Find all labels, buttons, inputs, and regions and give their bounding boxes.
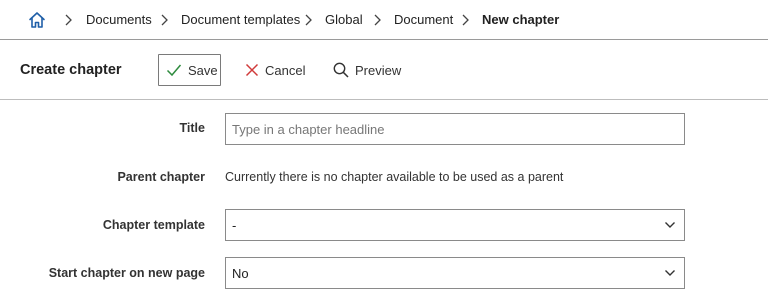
breadcrumb-item-document[interactable]: Document	[394, 12, 453, 28]
close-icon	[245, 63, 259, 77]
cancel-button-label: Cancel	[265, 62, 306, 78]
breadcrumb-item-documents[interactable]: Documents	[86, 12, 152, 28]
chapter-template-select[interactable]: -	[225, 209, 685, 241]
title-field-wrapper	[225, 113, 685, 145]
start-new-page-label: Start chapter on new page	[48, 266, 205, 280]
preview-button[interactable]: Preview	[333, 54, 401, 86]
chevron-right-icon	[460, 13, 470, 27]
chevron-right-icon	[303, 13, 313, 27]
chapter-template-label: Chapter template	[102, 218, 205, 232]
start-new-page-select[interactable]: No	[225, 257, 685, 289]
chevron-right-icon	[372, 13, 382, 27]
breadcrumb-item-global[interactable]: Global	[325, 12, 363, 28]
chevron-down-icon	[665, 222, 675, 228]
breadcrumb: Documents Document templates Global Docu…	[0, 0, 768, 40]
home-icon[interactable]	[28, 11, 46, 29]
title-input[interactable]	[226, 114, 684, 144]
save-button[interactable]: Save	[158, 54, 221, 86]
search-icon	[333, 62, 349, 78]
chapter-template-value: -	[232, 218, 237, 233]
toolbar: Create chapter Save Cancel Preview	[0, 40, 768, 100]
chevron-right-icon	[159, 13, 169, 27]
breadcrumb-item-document-templates[interactable]: Document templates	[181, 12, 300, 28]
chevron-right-icon	[63, 13, 73, 27]
title-label: Title	[179, 121, 205, 135]
parent-chapter-label: Parent chapter	[117, 170, 205, 184]
save-button-label: Save	[188, 62, 218, 78]
chevron-down-icon	[665, 270, 675, 276]
preview-button-label: Preview	[355, 62, 402, 78]
parent-chapter-info: Currently there is no chapter available …	[225, 170, 564, 184]
breadcrumb-item-new-chapter: New chapter	[482, 12, 560, 27]
page-title: Create chapter	[20, 62, 122, 78]
checkmark-icon	[166, 64, 182, 77]
cancel-button[interactable]: Cancel	[245, 54, 305, 86]
start-new-page-value: No	[232, 266, 249, 281]
